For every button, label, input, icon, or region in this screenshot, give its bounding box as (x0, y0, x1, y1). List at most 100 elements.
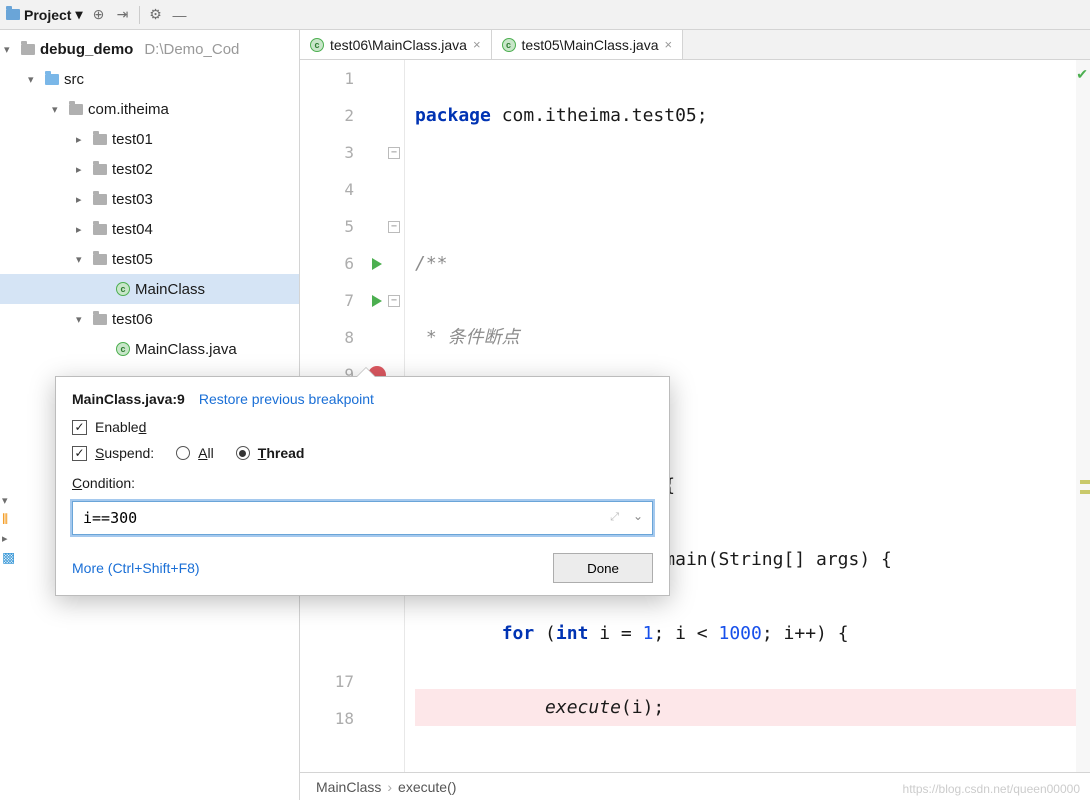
package-icon (93, 194, 107, 205)
chevron-down-icon[interactable] (76, 253, 88, 266)
tree-package[interactable]: com.itheima (0, 94, 299, 124)
item-label: test06 (112, 311, 153, 328)
gutter-row: 8 (300, 319, 404, 356)
gutter-row: 17 (300, 663, 404, 700)
item-label: test05 (112, 251, 153, 268)
chevron-down-icon[interactable] (52, 103, 64, 116)
editor-tabs: test06\MainClass.java × test05\MainClass… (300, 30, 1090, 60)
src-label: src (64, 71, 84, 88)
chevron-down-icon: ▾ (75, 6, 82, 23)
package-icon (93, 134, 107, 145)
close-icon[interactable]: × (665, 37, 673, 52)
root-path: D:\Demo_Cod (144, 41, 239, 58)
module-icon (21, 44, 35, 55)
breadcrumb: MainClass › execute() https://blog.csdn.… (300, 772, 1090, 800)
condition-input[interactable] (72, 501, 653, 535)
tab-label: test06\MainClass.java (330, 37, 467, 53)
crumb-class[interactable]: MainClass (316, 779, 381, 795)
tree-item-test02[interactable]: test02 (0, 154, 299, 184)
close-icon[interactable]: × (473, 37, 481, 52)
folder-icon (45, 74, 59, 85)
structure-icon[interactable]: ⦀ (2, 511, 20, 528)
chevron-down-icon[interactable] (2, 494, 14, 507)
restore-link[interactable]: Restore previous breakpoint (199, 391, 374, 407)
item-label: test02 (112, 161, 153, 178)
file-label: MainClass.java (135, 341, 237, 358)
item-label: test03 (112, 191, 153, 208)
gear-icon[interactable]: ⚙ (148, 7, 164, 23)
chevron-right-icon[interactable] (2, 532, 14, 545)
package-icon (93, 314, 107, 325)
gutter-row: 18 (300, 700, 404, 737)
item-label: test04 (112, 221, 153, 238)
gutter-row: 2 (300, 97, 404, 134)
inspection-stripe[interactable]: ✔ (1076, 60, 1090, 772)
tree-root[interactable]: debug_demo D:\Demo_Cod (0, 34, 299, 64)
chevron-down-icon[interactable]: ⌄ (633, 509, 643, 523)
chevron-right-icon[interactable] (76, 133, 88, 146)
suspend-label: Suspend: (95, 445, 154, 461)
popup-title: MainClass.java:9 (72, 391, 185, 407)
run-icon[interactable] (372, 295, 382, 307)
gutter-row: 5− (300, 208, 404, 245)
target-icon[interactable]: ⊕ (91, 7, 107, 23)
tab-test05[interactable]: test05\MainClass.java × (492, 30, 684, 59)
minimize-icon[interactable]: — (172, 7, 188, 23)
folder-icon (6, 9, 20, 20)
project-tree[interactable]: debug_demo D:\Demo_Cod src com.itheima t… (0, 30, 299, 368)
terminal-icon[interactable]: ▩ (2, 549, 20, 566)
done-button[interactable]: Done (553, 553, 653, 583)
gutter-row: 4 (300, 171, 404, 208)
gutter-row: 3− (300, 134, 404, 171)
enabled-checkbox[interactable] (72, 420, 87, 435)
chevron-right-icon[interactable] (76, 193, 88, 206)
chevron-down-icon[interactable] (76, 313, 88, 326)
chevron-right-icon: › (387, 779, 392, 795)
project-dropdown[interactable]: Project ▾ (6, 6, 83, 23)
crumb-method[interactable]: execute() (398, 779, 456, 795)
tree-item-test03[interactable]: test03 (0, 184, 299, 214)
run-icon[interactable] (372, 258, 382, 270)
all-label: All (198, 445, 214, 461)
chevron-down-icon[interactable] (28, 73, 40, 86)
fold-icon[interactable]: − (388, 221, 400, 233)
tab-test06[interactable]: test06\MainClass.java × (300, 30, 492, 59)
radio-all[interactable] (176, 446, 190, 460)
warning-marker[interactable] (1080, 480, 1090, 484)
class-icon (310, 38, 324, 52)
enabled-row[interactable]: Enabled (72, 419, 653, 435)
chevron-right-icon[interactable] (76, 163, 88, 176)
gutter-row: 7− (300, 282, 404, 319)
suspend-checkbox[interactable] (72, 446, 87, 461)
class-icon (502, 38, 516, 52)
fold-icon[interactable]: − (388, 147, 400, 159)
package-icon (93, 254, 107, 265)
fold-icon[interactable]: − (388, 295, 400, 307)
condition-input-wrap: ⤢ ⌄ (72, 501, 653, 535)
tree-item-mainclass-java[interactable]: MainClass.java (0, 334, 299, 364)
tab-label: test05\MainClass.java (522, 37, 659, 53)
suspend-row: Suspend: All Thread (72, 445, 653, 461)
expand-icon[interactable]: ⤢ (610, 511, 619, 524)
class-icon (116, 282, 130, 296)
tree-item-test06[interactable]: test06 (0, 304, 299, 334)
item-label: test01 (112, 131, 153, 148)
chevron-down-icon[interactable] (4, 43, 16, 56)
project-toolbar: Project ▾ ⊕ ⇥ ⚙ — (0, 0, 1090, 30)
more-link[interactable]: More (Ctrl+Shift+F8) (72, 560, 200, 576)
thread-label: Thread (258, 445, 305, 461)
class-icon (116, 342, 130, 356)
tree-item-test05[interactable]: test05 (0, 244, 299, 274)
package-icon (93, 224, 107, 235)
tree-item-test01[interactable]: test01 (0, 124, 299, 154)
pkg-label: com.itheima (88, 101, 169, 118)
warning-marker[interactable] (1080, 490, 1090, 494)
watermark: https://blog.csdn.net/queen00000 (903, 782, 1080, 796)
breakpoint-popup: MainClass.java:9 Restore previous breakp… (55, 376, 670, 596)
collapse-icon[interactable]: ⇥ (115, 7, 131, 23)
tree-item-mainclass[interactable]: MainClass (0, 274, 299, 304)
chevron-right-icon[interactable] (76, 223, 88, 236)
tree-item-test04[interactable]: test04 (0, 214, 299, 244)
radio-thread[interactable] (236, 446, 250, 460)
tree-src[interactable]: src (0, 64, 299, 94)
